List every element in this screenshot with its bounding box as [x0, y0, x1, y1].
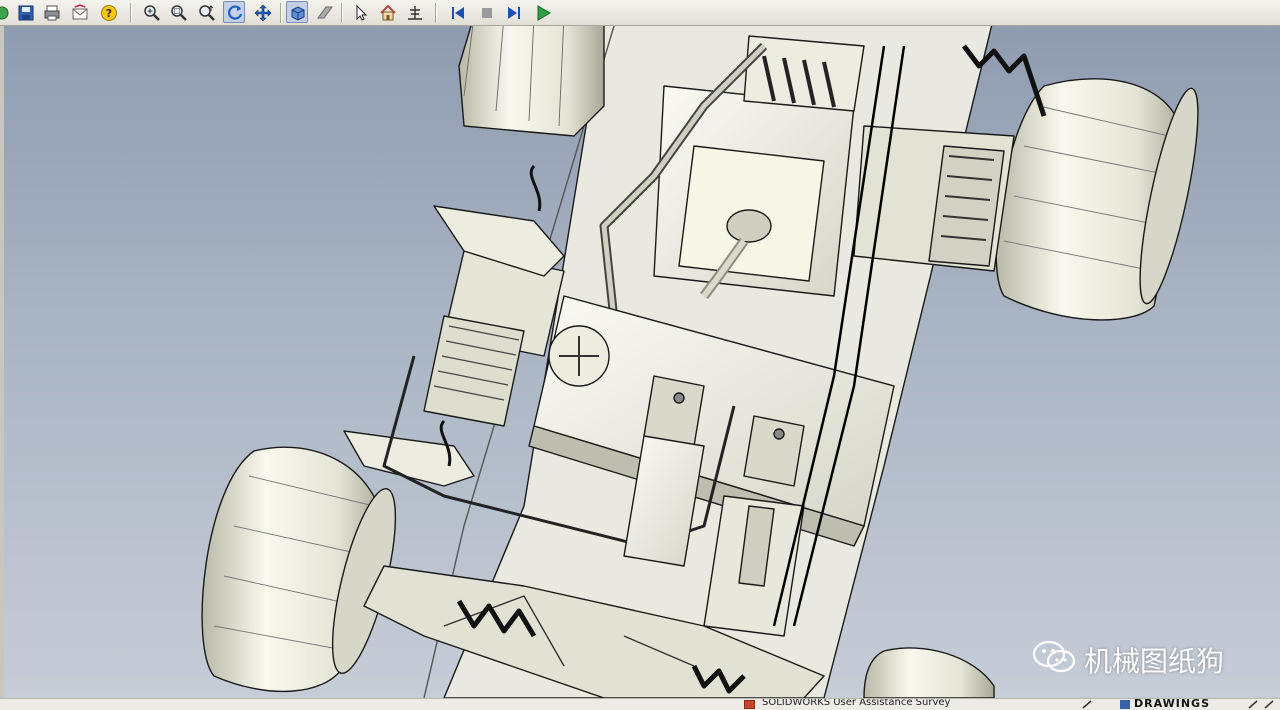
- home-view-icon[interactable]: [376, 1, 398, 23]
- drawings-label: DRAWINGS: [1134, 699, 1211, 710]
- gearbox: [853, 125, 1015, 272]
- zoom-to-fit-icon[interactable]: [140, 1, 162, 23]
- next-frame-icon[interactable]: [502, 1, 524, 23]
- pan-icon[interactable]: [251, 1, 273, 23]
- drawings-tab[interactable]: DRAWINGS: [1098, 699, 1238, 710]
- watermark-text: 机械图纸狗: [1084, 645, 1225, 678]
- rc-car-chassis-model[interactable]: [4, 26, 1280, 698]
- section-view-icon[interactable]: [313, 1, 335, 23]
- stop-icon[interactable]: [475, 1, 497, 23]
- wheel-rear-left: [458, 26, 605, 137]
- wheel-rear-right: [995, 78, 1199, 321]
- graphics-viewport[interactable]: 机械图纸狗: [0, 26, 1280, 698]
- rotate-icon[interactable]: [223, 1, 245, 23]
- toolbar-separator: [280, 3, 282, 23]
- main-toolbar: ?: [0, 0, 1280, 26]
- zoom-in-out-icon[interactable]: [195, 1, 217, 23]
- drawings-icon: [1120, 700, 1130, 709]
- select-icon[interactable]: [349, 1, 371, 23]
- wechat-logo-icon: [1032, 640, 1076, 673]
- svg-text:?: ?: [106, 7, 112, 20]
- wheel-front-left: [201, 446, 397, 693]
- first-frame-icon[interactable]: [446, 1, 468, 23]
- tray-icon-b[interactable]: [1264, 700, 1274, 709]
- toolbar-separator: [341, 3, 343, 23]
- measure-icon[interactable]: [403, 1, 425, 23]
- save-icon[interactable]: [14, 1, 36, 23]
- solidworks-icon: [744, 700, 755, 709]
- taskbar-item-survey[interactable]: SOLIDWORKS User Assistance Survey: [744, 699, 1074, 710]
- taskbar: SOLIDWORKS User Assistance Survey DRAWIN…: [0, 698, 1280, 710]
- print-icon[interactable]: [40, 1, 62, 23]
- shaded-view-icon[interactable]: [286, 1, 308, 23]
- taskbar-item-label: SOLIDWORKS User Assistance Survey: [762, 699, 951, 708]
- toolbar-separator: [130, 3, 132, 23]
- email-icon[interactable]: [68, 1, 90, 23]
- help-icon[interactable]: ?: [97, 1, 119, 23]
- wheel-front-right: [863, 647, 995, 698]
- open-icon[interactable]: [0, 1, 12, 23]
- zoom-to-area-icon[interactable]: [167, 1, 189, 23]
- tray-icon-a[interactable]: [1248, 700, 1258, 709]
- play-icon[interactable]: [531, 1, 553, 23]
- toolbar-separator: [435, 3, 437, 23]
- tray-arrow-icon[interactable]: [1082, 700, 1092, 709]
